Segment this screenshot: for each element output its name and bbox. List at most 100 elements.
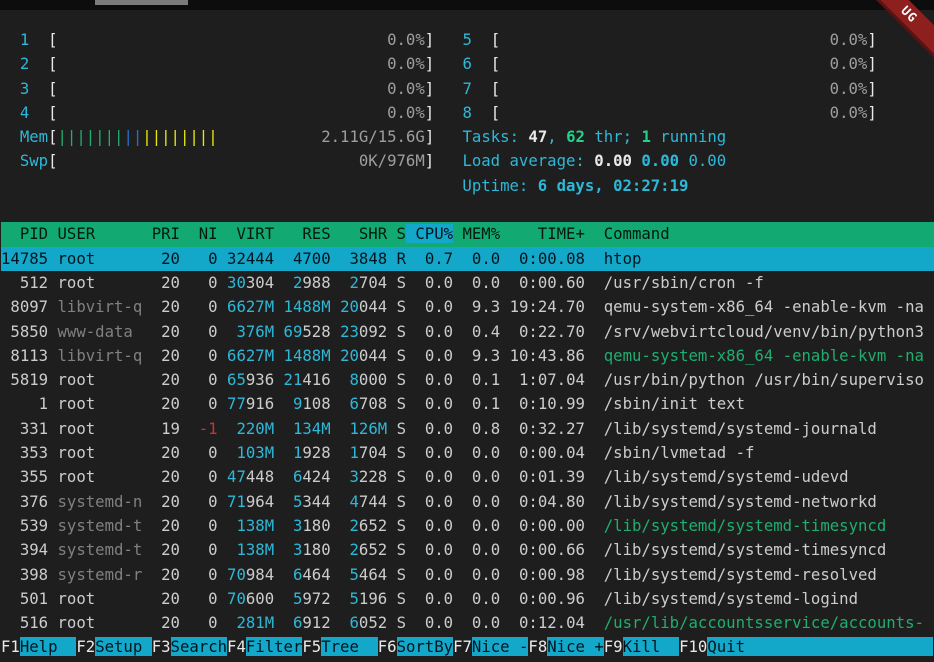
cell-shr-hi: 5 (349, 589, 358, 608)
fkey-f7[interactable]: F7 (453, 637, 472, 656)
column-header-virt[interactable]: VIRT (218, 224, 275, 243)
fkey-f3-label[interactable]: Search (171, 637, 228, 656)
fkey-f5[interactable]: F5 (302, 637, 321, 656)
cell-shr: 000 (359, 370, 387, 389)
cell-res: 928 (302, 443, 330, 462)
fkey-f7-label[interactable]: Nice - (472, 637, 529, 656)
column-header-pri[interactable]: PRI (152, 224, 180, 243)
process-row[interactable]: 398 systemd-r 20 0 70984 6464 5464 S 0.0… (1, 563, 934, 587)
cell-user: libvirt-q (48, 346, 152, 365)
cell-state: S (387, 273, 406, 292)
cell-time: 0:22.70 (500, 322, 585, 341)
process-row[interactable]: 353 root 20 0 103M 1928 1704 S 0.0 0.0 0… (1, 441, 934, 465)
fkey-f3[interactable]: F3 (152, 637, 171, 656)
process-row[interactable]: 5850 www-data 20 0 376M 69528 23092 S 0.… (1, 320, 934, 344)
fkey-f9-label[interactable]: Kill (623, 637, 680, 656)
cell-res: 528 (302, 322, 330, 341)
cell-virt: 600 (246, 589, 274, 608)
cell-mem: 0.0 (453, 467, 500, 486)
cpu-meter-value-1: 0.0% (58, 30, 425, 49)
cell-command: /lib/systemd/systemd-logind (585, 589, 858, 608)
cell-res-hi: 6 (293, 613, 302, 632)
fkey-f6-label[interactable]: SortBy (397, 637, 454, 656)
cell-pid: 331 (1, 419, 48, 438)
fkey-f8-label[interactable]: Nice + (547, 637, 604, 656)
process-row[interactable]: 5819 root 20 0 65936 21416 8000 S 0.0 0.… (1, 368, 934, 392)
column-header-pid[interactable]: PID (1, 224, 48, 243)
cell-pid: 355 (1, 467, 48, 486)
process-row[interactable]: 516 root 20 0 281M 6912 6052 S 0.0 0.0 0… (1, 611, 934, 635)
column-header-time[interactable]: TIME+ (500, 224, 585, 243)
process-row[interactable]: 376 systemd-n 20 0 71964 5344 4744 S 0.0… (1, 490, 934, 514)
cell-time: 0:12.04 (500, 613, 585, 632)
column-header-s[interactable]: S (387, 224, 406, 243)
cell-time: 0:00.66 (500, 540, 585, 559)
fkey-f4-label[interactable]: Filter (246, 637, 303, 656)
process-row[interactable]: 14785 root 20 0 32444 4700 3848 R 0.7 0.… (1, 247, 934, 271)
load-average-1min: 0.00 (594, 151, 632, 170)
cell-cpu: 0.0 (406, 419, 453, 438)
column-header-shr[interactable]: SHR (331, 224, 388, 243)
cell-time: 0:01.39 (500, 467, 585, 486)
cell-virt-hi: 30 (227, 273, 246, 292)
cell-state: S (387, 540, 406, 559)
process-row[interactable]: 501 root 20 0 70600 5972 5196 S 0.0 0.0 … (1, 587, 934, 611)
process-row[interactable]: 512 root 20 0 30304 2988 2704 S 0.0 0.0 … (1, 271, 934, 295)
cell-command: /lib/systemd/systemd-udevd (585, 467, 849, 486)
cell-virt: 448 (246, 467, 274, 486)
process-row[interactable]: 539 systemd-t 20 0 138M 3180 2652 S 0.0 … (1, 514, 934, 538)
fkey-f2[interactable]: F2 (76, 637, 95, 656)
table-header-row[interactable]: PID USER PRI NI VIRT RES SHR S CPU% MEM%… (1, 222, 934, 246)
cell-shr-hi: 1 (349, 443, 358, 462)
cell-shr-hi: 2 (349, 540, 358, 559)
fkey-f10-label[interactable]: Quit (707, 637, 764, 656)
column-header-res[interactable]: RES (274, 224, 331, 243)
cell-res-hi: 1488M (284, 346, 331, 365)
cell-pri: 20 (152, 565, 180, 584)
cell-user: root (48, 467, 152, 486)
fkey-f1[interactable]: F1 (1, 637, 20, 656)
cell-pri: 20 (152, 394, 180, 413)
cpu-meter-label-8: 8 (462, 103, 490, 122)
fkey-f1-label[interactable]: Help (20, 637, 77, 656)
fkey-f2-label[interactable]: Setup (95, 637, 152, 656)
fkey-f8[interactable]: F8 (528, 637, 547, 656)
process-row[interactable]: 331 root 19 -1 220M 134M 126M S 0.0 0.8 … (1, 417, 934, 441)
cell-res-hi: 6 (293, 565, 302, 584)
fkey-f4[interactable]: F4 (227, 637, 246, 656)
column-header-ni[interactable]: NI (180, 224, 218, 243)
cell-virt-hi: 65 (227, 370, 246, 389)
cell-command: /lib/systemd/systemd-networkd (585, 492, 877, 511)
cell-virt-hi: 71 (227, 492, 246, 511)
cell-shr-hi: 6 (349, 394, 358, 413)
column-header-user[interactable]: USER (48, 224, 152, 243)
htop-terminal-screen: UG 1 [ 0.0%] 5 [ 0.0%] 2 [ 0.0%] 6 [ 0.0… (0, 0, 934, 662)
cell-res: 464 (302, 565, 330, 584)
column-header-mem[interactable]: MEM% (453, 224, 500, 243)
cell-mem: 0.0 (453, 492, 500, 511)
cell-virt: 916 (246, 394, 274, 413)
column-header-cpu[interactable]: CPU% (406, 224, 453, 243)
cell-shr-hi: 2 (349, 273, 358, 292)
fkey-f6[interactable]: F6 (378, 637, 397, 656)
fkey-f10[interactable]: F10 (679, 637, 707, 656)
process-row[interactable]: 394 systemd-t 20 0 138M 3180 2652 S 0.0 … (1, 538, 934, 562)
cell-shr: 704 (359, 443, 387, 462)
fkey-f5-label[interactable]: Tree (321, 637, 378, 656)
cell-mem: 0.0 (453, 273, 500, 292)
cell-cpu: 0.0 (406, 540, 453, 559)
blank-row (1, 198, 934, 222)
cell-cpu: 0.0 (406, 516, 453, 535)
column-header-command[interactable]: Command (585, 224, 670, 243)
cell-command: /usr/sbin/cron -f (585, 273, 764, 292)
cpu-meter-label-6: 6 (462, 54, 490, 73)
process-row[interactable]: 355 root 20 0 47448 6424 3228 S 0.0 0.0 … (1, 465, 934, 489)
cell-res-hi: 69 (284, 322, 303, 341)
fkey-f9[interactable]: F9 (604, 637, 623, 656)
cell-command: /lib/systemd/systemd-timesyncd (585, 540, 886, 559)
process-row[interactable]: 8097 libvirt-q 20 0 6627M 1488M 20044 S … (1, 295, 934, 319)
process-row[interactable]: 1 root 20 0 77916 9108 6708 S 0.0 0.1 0:… (1, 392, 934, 416)
process-row[interactable]: 8113 libvirt-q 20 0 6627M 1488M 20044 S … (1, 344, 934, 368)
cell-mem: 0.0 (453, 613, 500, 632)
cell-virt-hi: 138M (236, 516, 274, 535)
